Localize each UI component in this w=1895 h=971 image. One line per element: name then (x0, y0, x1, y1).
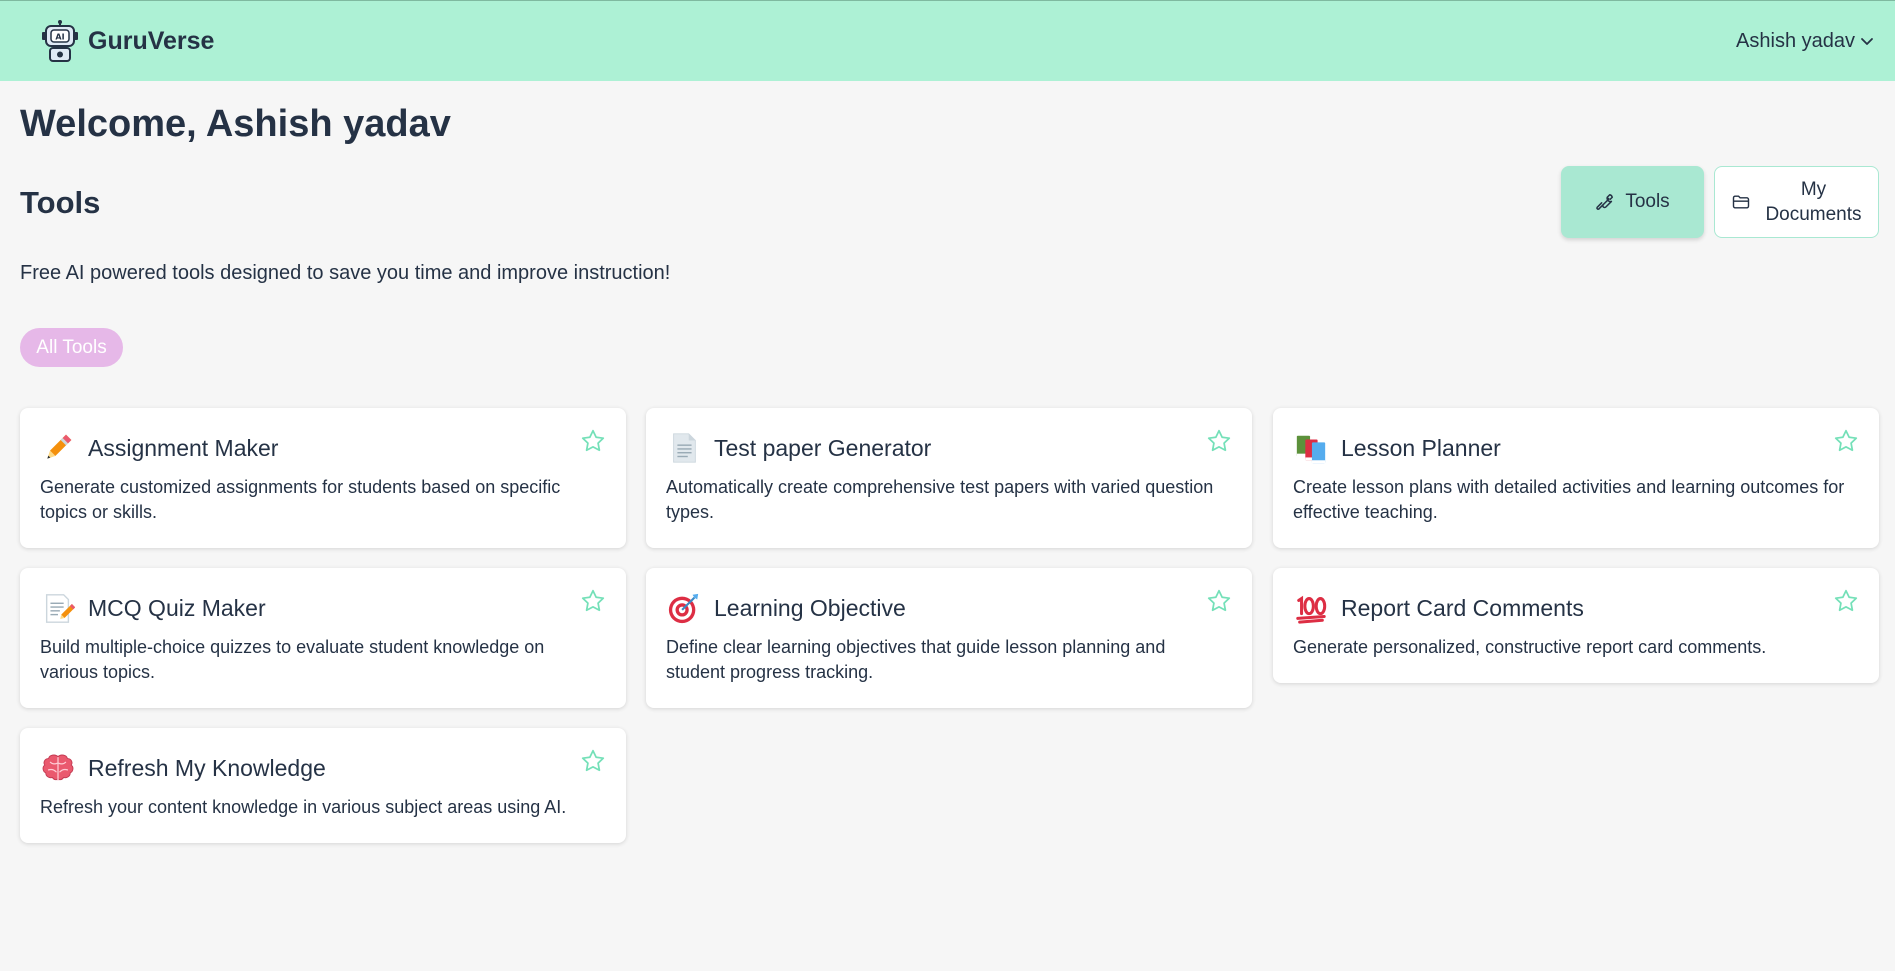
brain-icon (40, 750, 76, 786)
document-icon (666, 430, 702, 466)
tool-title: Report Card Comments (1341, 594, 1584, 621)
chevron-down-icon (1861, 38, 1873, 45)
tool-card-refresh-my-knowledge[interactable]: Refresh My Knowledge Refresh your conten… (20, 728, 626, 843)
tool-card-lesson-planner[interactable]: Lesson Planner Create lesson plans with … (1273, 408, 1879, 548)
favorite-star-icon[interactable] (1206, 588, 1232, 614)
tool-description: Define clear learning objectives that gu… (666, 637, 1166, 682)
my-documents-button[interactable]: My Documents (1714, 166, 1879, 238)
folder-icon (1733, 195, 1750, 209)
tool-title: Refresh My Knowledge (88, 754, 326, 781)
memo-icon (40, 590, 76, 626)
hundred-points-icon (1293, 590, 1329, 626)
brand[interactable]: AI GuruVerse (40, 19, 214, 63)
tool-description: Automatically create comprehensive test … (666, 477, 1214, 522)
tool-title: MCQ Quiz Maker (88, 594, 266, 621)
pencil-icon (40, 430, 76, 466)
favorite-star-icon[interactable] (580, 748, 606, 774)
favorite-star-icon[interactable] (1206, 428, 1232, 454)
tool-title: Learning Objective (714, 594, 906, 621)
tool-title: Test paper Generator (714, 434, 932, 461)
tool-title: Lesson Planner (1341, 434, 1501, 461)
tool-description: Refresh your content knowledge in variou… (40, 797, 567, 817)
tool-card-mcq-quiz-maker[interactable]: MCQ Quiz Maker Build multiple-choice qui… (20, 568, 626, 708)
wrench-icon (1596, 194, 1614, 210)
top-nav-bar: AI GuruVerse Ashish yadav (0, 0, 1895, 81)
welcome-heading: Welcome, Ashish yadav (20, 103, 451, 145)
books-icon (1293, 430, 1329, 466)
tool-card-report-card-comments[interactable]: Report Card Comments Generate personaliz… (1273, 568, 1879, 683)
user-menu[interactable]: Ashish yadav (1736, 30, 1875, 53)
tool-description: Generate personalized, constructive repo… (1293, 637, 1767, 657)
filter-all-tools[interactable]: All Tools (20, 328, 123, 367)
tools-view-label: Tools (1625, 191, 1670, 212)
tool-card-learning-objective[interactable]: Learning Objective Define clear learning… (646, 568, 1252, 708)
tools-view-button[interactable]: Tools (1561, 166, 1704, 238)
tool-description: Build multiple-choice quizzes to evaluat… (40, 637, 545, 682)
brand-name: GuruVerse (88, 26, 215, 55)
svg-text:AI: AI (55, 33, 64, 42)
tool-description: Generate customized assignments for stud… (40, 477, 561, 522)
section-subtitle: Free AI powered tools designed to save y… (20, 262, 671, 284)
my-documents-label: My Documents (1765, 179, 1862, 225)
favorite-star-icon[interactable] (1833, 588, 1859, 614)
section-title: Tools (20, 185, 101, 220)
user-name: Ashish yadav (1736, 29, 1855, 52)
tool-card-test-paper-generator[interactable]: Test paper Generator Automatically creat… (646, 408, 1252, 548)
tool-title: Assignment Maker (88, 434, 279, 461)
favorite-star-icon[interactable] (580, 588, 606, 614)
robot-ai-icon: AI (42, 20, 78, 62)
favorite-star-icon[interactable] (580, 428, 606, 454)
target-icon (666, 590, 702, 626)
favorite-star-icon[interactable] (1833, 428, 1859, 454)
tool-description: Create lesson plans with detailed activi… (1293, 477, 1845, 522)
tool-card-assignment-maker[interactable]: Assignment Maker Generate customized ass… (20, 408, 626, 548)
